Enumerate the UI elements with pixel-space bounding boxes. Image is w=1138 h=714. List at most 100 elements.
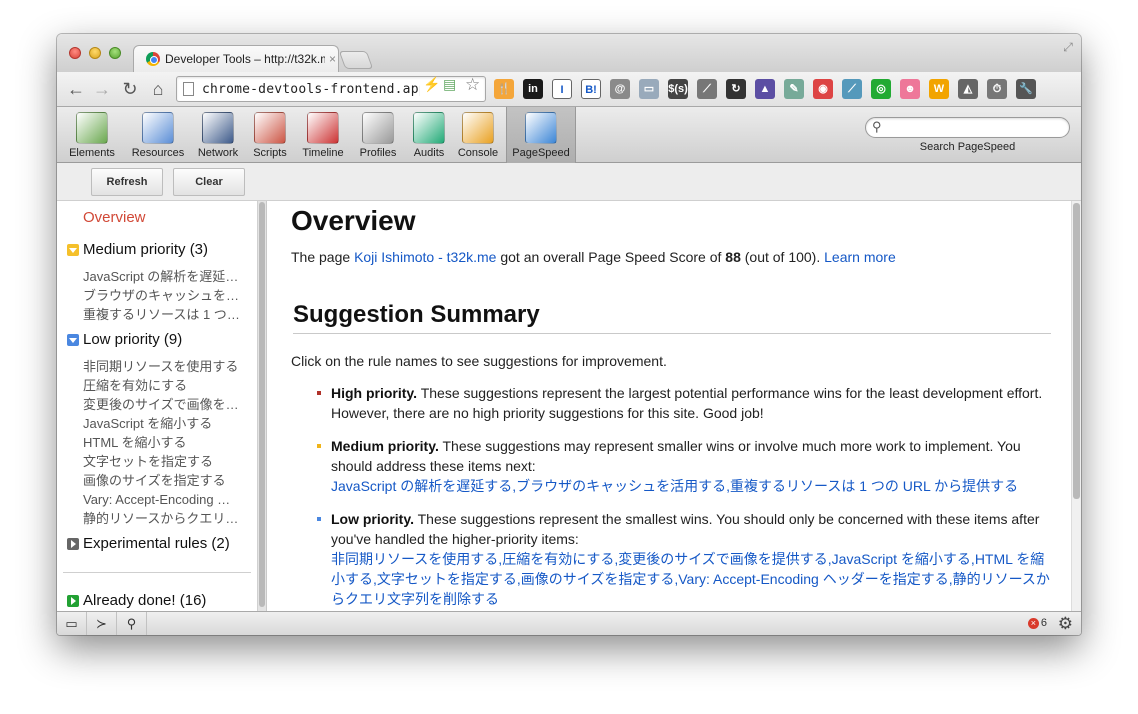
site-link[interactable]: Koji Ishimoto - t32k.me: [354, 249, 496, 265]
ext-pen-icon[interactable]: ✎: [784, 79, 804, 99]
sidebar-rule-item[interactable]: 圧縮を有効にする: [83, 375, 241, 394]
ext-wrench-icon[interactable]: 🔧: [1016, 79, 1036, 99]
ext-eyedropper-icon[interactable]: ⟋: [697, 79, 717, 99]
tab-label: Console: [457, 147, 499, 159]
sidebar-scrollbar[interactable]: [257, 201, 266, 611]
tab-label: Elements: [69, 147, 115, 159]
score-value: 88: [725, 249, 741, 265]
reader-icon[interactable]: ▤: [443, 76, 456, 93]
network-icon: [202, 112, 234, 144]
sidebar-rule-item[interactable]: 重複するリソースは 1 つの URL から提供する: [83, 304, 241, 323]
tab-label: Resources: [131, 147, 185, 159]
sidebar-rule-item[interactable]: 文字セットを指定する: [83, 451, 241, 470]
tab-console[interactable]: Console: [453, 107, 503, 163]
overview-content: Overview The page Koji Ishimoto - t32k.m…: [267, 201, 1081, 611]
gear-icon[interactable]: ⚙: [1058, 614, 1073, 634]
search-icon: ⚲: [872, 119, 882, 134]
ext-android-icon[interactable]: ◎: [871, 79, 891, 99]
ext-dollar-icon[interactable]: $(s): [668, 79, 688, 99]
ext-refresh-icon[interactable]: ↻: [726, 79, 746, 99]
tab-devtools[interactable]: Developer Tools – http://t32k.me/ ×: [133, 45, 339, 72]
pagespeed-icon: [525, 112, 557, 144]
ext-face-icon[interactable]: ☻: [900, 79, 920, 99]
console-toggle-icon[interactable]: ≻: [87, 612, 117, 635]
medium-rule-links[interactable]: JavaScript の解析を遅延する,ブラウザのキャッシュを活用する,重複する…: [331, 478, 1018, 494]
collapse-icon: [67, 243, 79, 256]
dock-icon[interactable]: ▭: [57, 612, 87, 635]
content-scrollbar[interactable]: [1071, 201, 1081, 611]
minimize-window-button[interactable]: [89, 47, 101, 59]
tab-elements[interactable]: Elements: [63, 107, 121, 163]
sidebar-overview[interactable]: Overview: [83, 209, 146, 226]
score-summary: The page Koji Ishimoto - t32k.me got an …: [291, 249, 896, 265]
sidebar-rule-item[interactable]: 静的リソースからクエリ文字列を削除する: [83, 508, 241, 527]
sidebar-medium-priority[interactable]: Medium priority (3): [67, 241, 208, 258]
medium-priority-item: Medium priority. These suggestions may r…: [317, 436, 1055, 496]
tab-pagespeed[interactable]: PageSpeed: [506, 107, 576, 163]
new-tab-button[interactable]: [338, 51, 374, 69]
tab-close-icon[interactable]: ×: [329, 52, 336, 66]
sidebar-experimental[interactable]: Experimental rules (2): [67, 535, 230, 552]
clear-button[interactable]: Clear: [173, 168, 245, 196]
ext-hatena-icon[interactable]: B!: [581, 79, 601, 99]
bullet-icon: [317, 391, 321, 395]
chrome-icon: [146, 52, 160, 66]
forward-button[interactable]: →: [91, 78, 113, 100]
sidebar-low-priority[interactable]: Low priority (9): [67, 331, 182, 348]
reload-button[interactable]: ↻: [119, 78, 141, 100]
collapse-icon: [67, 333, 79, 346]
sidebar-rule-item[interactable]: 変更後のサイズで画像を提供する: [83, 394, 241, 413]
fullscreen-icon[interactable]: ⤢: [1061, 40, 1075, 54]
ext-instapaper-icon[interactable]: I: [552, 79, 572, 99]
pagespeed-search-input[interactable]: ⚲: [865, 117, 1070, 138]
devtools-panel-bar: Elements Resources Network Scripts Timeline P…: [57, 107, 1081, 163]
tab-profiles[interactable]: Profiles: [355, 107, 401, 163]
expand-icon: [67, 537, 79, 550]
learn-more-link[interactable]: Learn more: [824, 249, 896, 265]
tab-scripts[interactable]: Scripts: [249, 107, 291, 163]
scripts-icon: [254, 112, 286, 144]
title-bar: Developer Tools – http://t32k.me/ × ⤢: [57, 34, 1081, 72]
rules-sidebar: Overview Medium priority (3) JavaScript …: [57, 201, 267, 611]
sidebar-rule-item[interactable]: 画像のサイズを指定する: [83, 470, 241, 489]
sidebar-rule-item[interactable]: 非同期リソースを使用する: [83, 356, 241, 375]
error-icon: ×: [1027, 617, 1039, 629]
page-icon: [183, 82, 194, 96]
ext-w-icon[interactable]: W: [929, 79, 949, 99]
sidebar-rule-item[interactable]: JavaScript を縮小する: [83, 413, 241, 432]
bookmark-star-icon[interactable]: ☆: [465, 75, 480, 95]
close-window-button[interactable]: [69, 47, 81, 59]
sidebar-rule-item[interactable]: HTML を縮小する: [83, 432, 241, 451]
refresh-button[interactable]: Refresh: [91, 168, 163, 196]
tab-label: Audits: [413, 147, 445, 159]
sidebar-rule-item[interactable]: Vary: Accept-Encoding ヘッダーを指定する: [83, 489, 241, 508]
sidebar-rule-item[interactable]: JavaScript の解析を遅延する: [83, 266, 241, 285]
category-label: Medium priority (3): [83, 241, 209, 258]
inspect-search-icon[interactable]: ⚲: [117, 612, 147, 635]
sidebar-already-done[interactable]: Already done! (16): [67, 592, 206, 609]
ext-image-icon[interactable]: ▲: [755, 79, 775, 99]
tab-network[interactable]: Network: [193, 107, 243, 163]
ext-dropper-icon[interactable]: ⟋: [842, 79, 862, 99]
ext-timer-icon[interactable]: ⏱: [987, 79, 1007, 99]
error-count-badge[interactable]: × 6: [1027, 617, 1047, 629]
back-button[interactable]: ←: [65, 78, 87, 100]
sidebar-rule-item[interactable]: ブラウザのキャッシュを活用する: [83, 285, 241, 304]
zoom-window-button[interactable]: [109, 47, 121, 59]
summary-divider: [293, 333, 1051, 334]
tab-resources[interactable]: Resources: [127, 107, 189, 163]
ext-fork-icon[interactable]: 🍴: [494, 79, 514, 99]
tab-audits[interactable]: Audits: [409, 107, 449, 163]
ext-tools-icon[interactable]: ◭: [958, 79, 978, 99]
tab-timeline[interactable]: Timeline: [297, 107, 349, 163]
low-rule-links[interactable]: 非同期リソースを使用する,圧縮を有効にする,変更後のサイズで画像を提供する,Ja…: [331, 551, 1050, 607]
ext-linkedin-icon[interactable]: in: [523, 79, 543, 99]
lightning-icon[interactable]: ⚡: [423, 76, 440, 93]
sidebar-divider: [63, 572, 251, 573]
home-button[interactable]: ⌂: [147, 78, 169, 100]
ext-color-wheel-icon[interactable]: ◉: [813, 79, 833, 99]
ext-mail-icon[interactable]: @: [610, 79, 630, 99]
expand-icon: [67, 594, 79, 607]
ext-window-icon[interactable]: ▭: [639, 79, 659, 99]
tab-label: Timeline: [302, 147, 344, 159]
